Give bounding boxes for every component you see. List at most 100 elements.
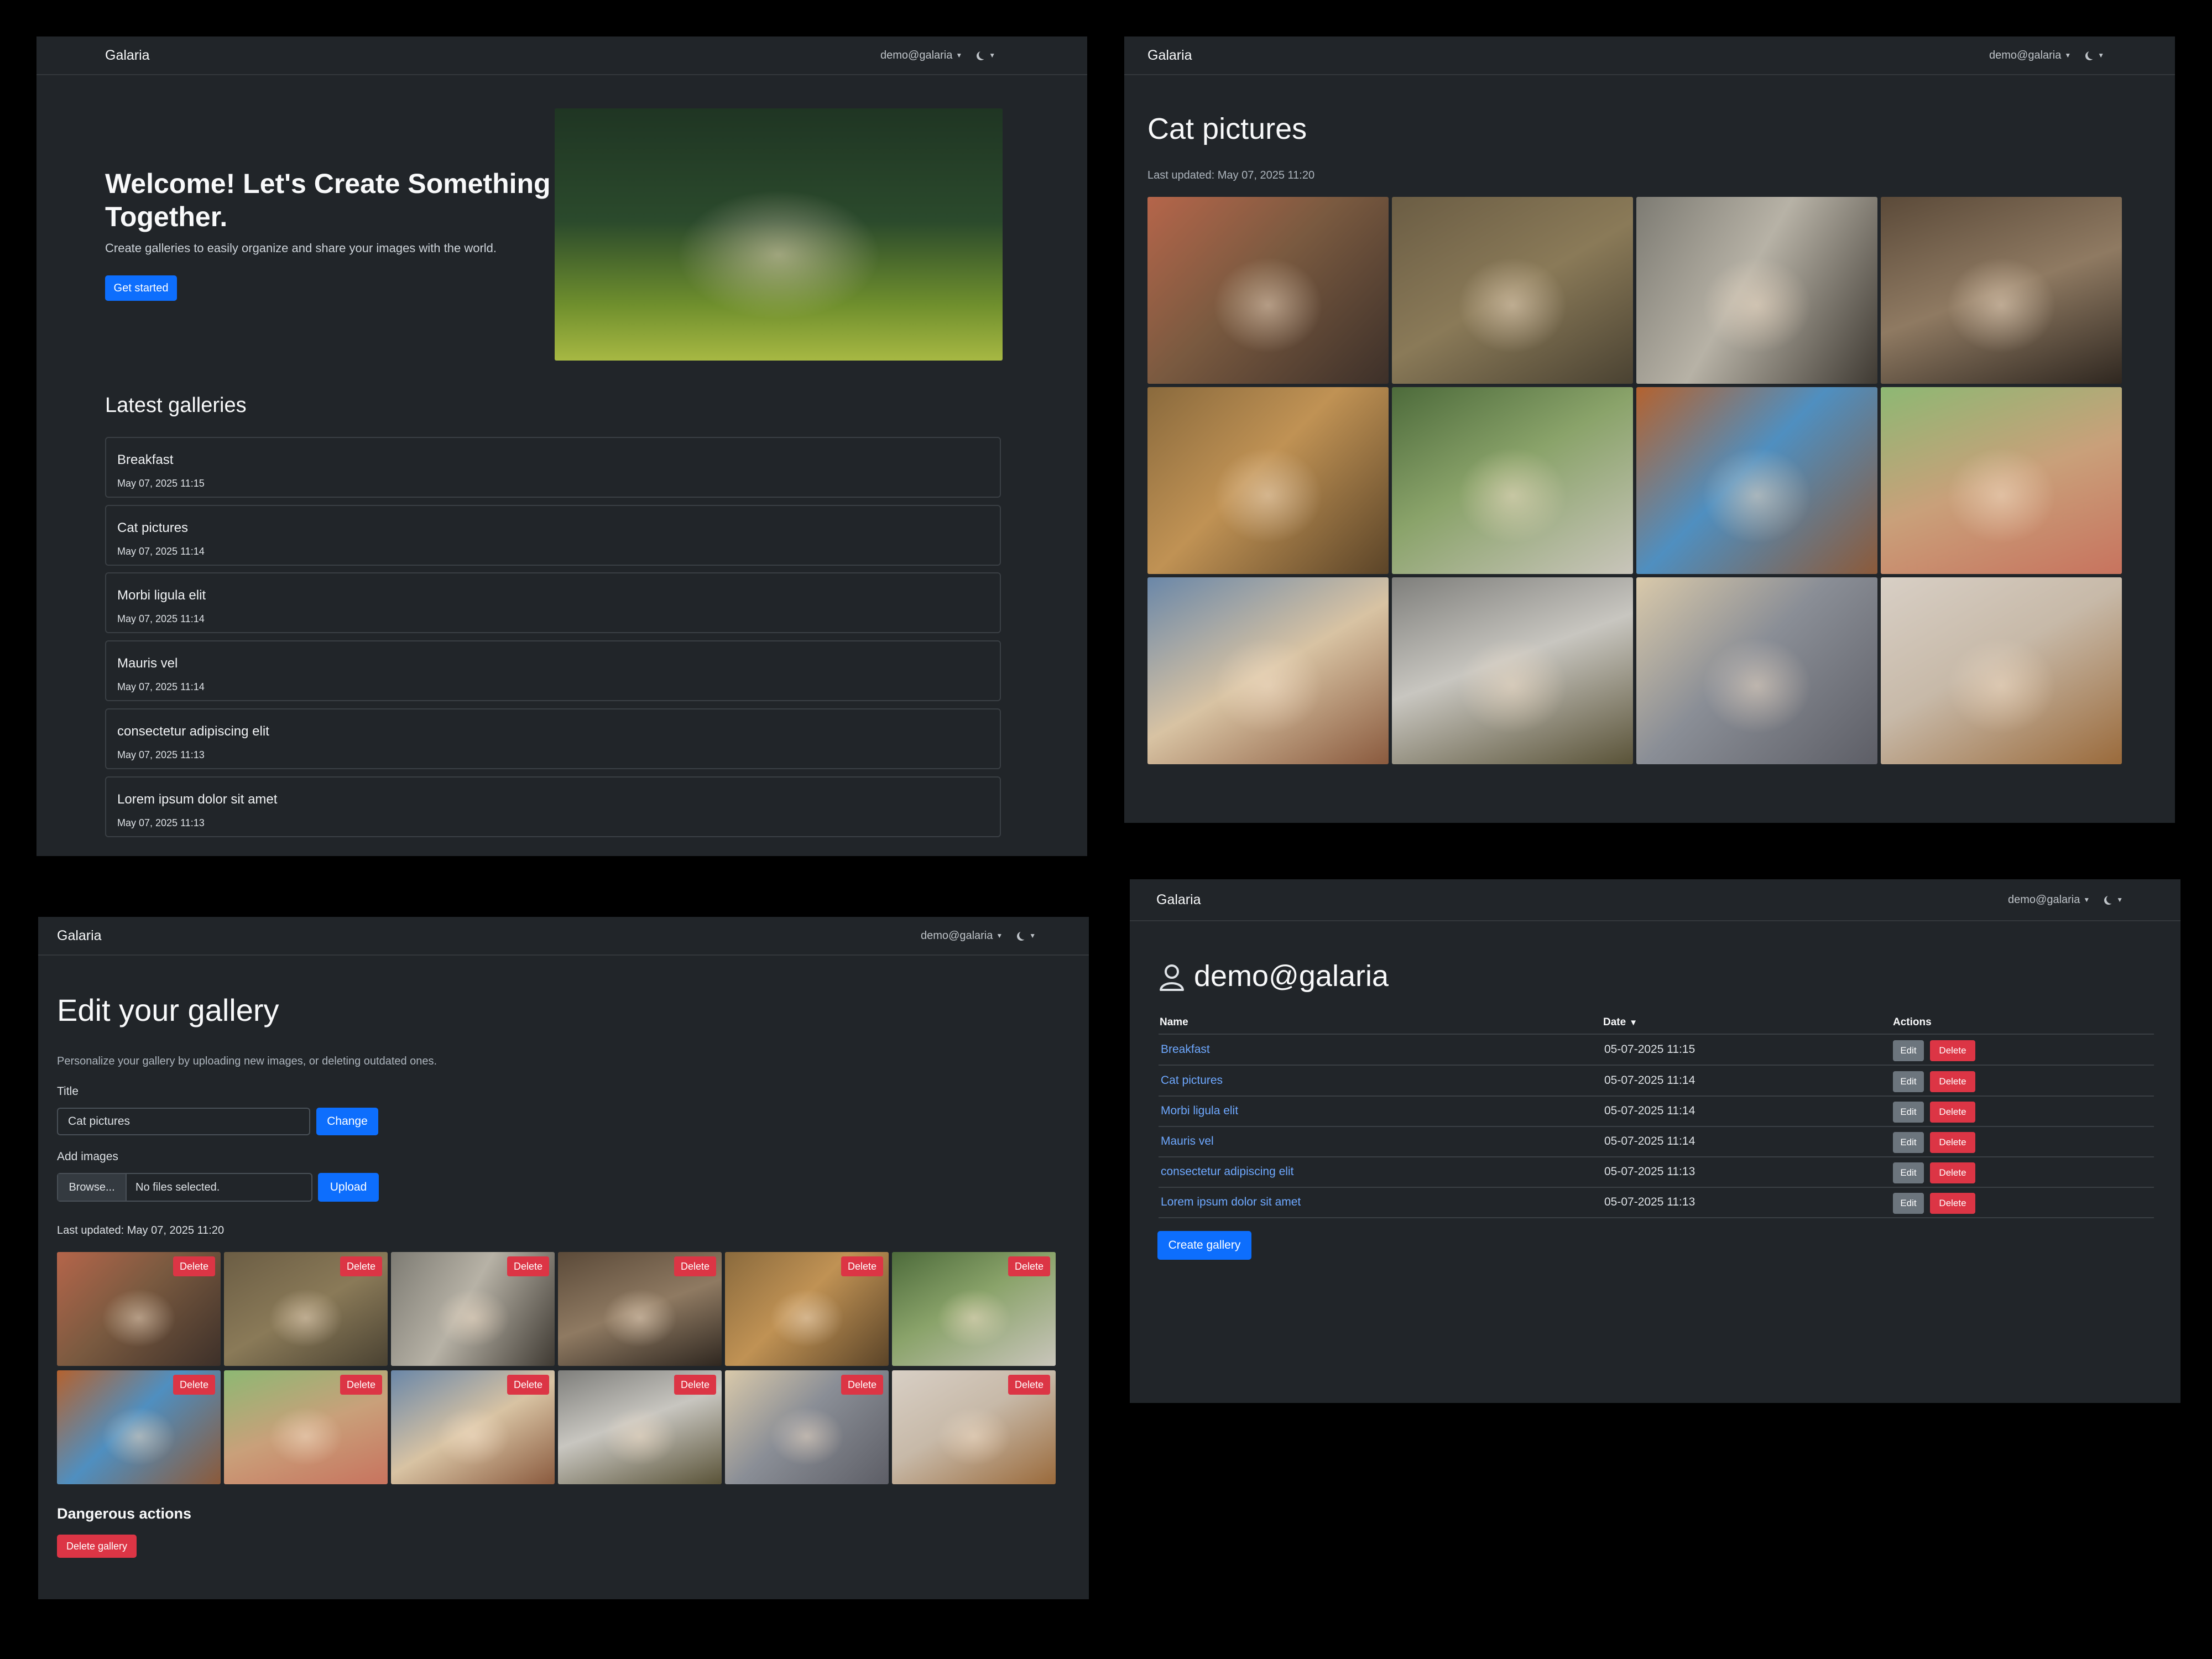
user-menu-label: demo@galaria [880,49,953,61]
chevron-down-icon: ▼ [1029,932,1036,940]
gallery-image[interactable] [1881,577,2122,764]
gallery-name: Morbi ligula elit [117,588,206,603]
delete-gallery-button[interactable]: Delete gallery [57,1535,137,1558]
user-menu[interactable]: demo@galaria ▼ ▼ [1989,36,2104,74]
gallery-list-item[interactable]: Cat pictures May 07, 2025 11:14 [105,505,1001,566]
gallery-date: May 07, 2025 11:14 [117,546,205,557]
person-icon [1160,964,1184,991]
gallery-link[interactable]: Lorem ipsum dolor sit amet [1161,1187,1301,1217]
gallery-link[interactable]: Mauris vel [1161,1126,1214,1156]
user-menu[interactable]: demo@galaria ▼ ▼ [2008,879,2123,920]
delete-image-button[interactable]: Delete [841,1256,883,1276]
gallery-thumbnail: Delete [892,1252,1056,1366]
delete-button[interactable]: Delete [1930,1162,1975,1183]
delete-image-button[interactable]: Delete [340,1256,382,1276]
edit-gallery-page: Galaria demo@galaria ▼ ▼ Edit your gallery… [38,917,1089,1599]
gallery-date: May 07, 2025 11:14 [117,613,205,624]
edit-button[interactable]: Edit [1893,1040,1924,1061]
user-menu[interactable]: demo@galaria ▼ ▼ [880,36,995,74]
gallery-link[interactable]: Cat pictures [1161,1066,1223,1095]
change-button[interactable]: Change [316,1108,378,1135]
user-menu[interactable]: demo@galaria ▼ ▼ [921,917,1036,954]
edit-button[interactable]: Edit [1893,1102,1924,1123]
moon-icon[interactable] [1019,931,1028,940]
gallery-image[interactable] [1636,387,1877,574]
moon-icon[interactable] [979,50,988,59]
brand-link[interactable]: Galaria [57,917,102,954]
gallery-image[interactable] [1147,197,1389,384]
no-files-text: No files selected. [135,1181,220,1193]
gallery-date: 05-07-2025 11:14 [1604,1074,1695,1087]
gallery-image[interactable] [1392,387,1633,574]
gallery-list-item[interactable]: consectetur adipiscing elit May 07, 2025 … [105,708,1001,769]
gallery-list-item[interactable]: Mauris vel May 07, 2025 11:14 [105,640,1001,701]
delete-image-button[interactable]: Delete [674,1256,716,1276]
gallery-image[interactable] [1636,577,1877,764]
profile-title: demo@galaria [1194,959,1389,993]
gallery-date: 05-07-2025 11:14 [1604,1135,1695,1147]
gallery-name: Breakfast [117,452,174,467]
delete-image-button[interactable]: Delete [1008,1256,1050,1276]
create-gallery-button[interactable]: Create gallery [1157,1231,1251,1260]
gallery-thumbnail: Delete [224,1370,388,1484]
brand-link[interactable]: Galaria [1147,36,1192,74]
gallery-link[interactable]: Breakfast [1161,1035,1210,1065]
gallery-thumbnail: Delete [391,1252,555,1366]
title-input[interactable]: Cat pictures [57,1108,310,1135]
upload-button[interactable]: Upload [318,1173,379,1202]
file-input[interactable]: Browse... No files selected. [57,1173,312,1202]
gallery-image[interactable] [1881,387,2122,574]
chevron-down-icon: ▼ [2083,896,2090,904]
gallery-list-item[interactable]: Lorem ipsum dolor sit amet May 07, 2025 1… [105,776,1001,837]
edit-button[interactable]: Edit [1893,1162,1924,1183]
gallery-image[interactable] [1147,387,1389,574]
moon-icon[interactable] [2088,50,2096,59]
navbar: Galaria demo@galaria ▼ ▼ [1130,879,2180,921]
delete-image-button[interactable]: Delete [507,1375,549,1395]
delete-button[interactable]: Delete [1930,1132,1975,1153]
user-menu-label: demo@galaria [1989,49,2062,61]
gallery-list-item[interactable]: Morbi ligula elit May 07, 2025 11:14 [105,572,1001,633]
delete-button[interactable]: Delete [1930,1040,1975,1061]
column-header-name[interactable]: Name [1160,1016,1188,1029]
gallery-image[interactable] [1147,577,1389,764]
browse-button[interactable]: Browse... [58,1174,127,1201]
gallery-name: Mauris vel [117,656,178,671]
gallery-image[interactable] [1881,197,2122,384]
delete-image-button[interactable]: Delete [507,1256,549,1276]
moon-icon[interactable] [2106,895,2115,904]
column-header-date-label: Date [1603,1016,1626,1028]
gallery-image[interactable] [1636,197,1877,384]
brand-link[interactable]: Galaria [1156,879,1201,920]
gallery-image[interactable] [1392,577,1633,764]
gallery-image[interactable] [1392,197,1633,384]
edit-button[interactable]: Edit [1893,1193,1924,1214]
last-updated: Last updated: May 07, 2025 11:20 [57,1224,225,1237]
gallery-name: consectetur adipiscing elit [117,724,269,739]
gallery-link[interactable]: consectetur adipiscing elit [1161,1157,1293,1187]
user-menu-label: demo@galaria [921,930,993,942]
delete-button[interactable]: Delete [1930,1102,1975,1123]
edit-button[interactable]: Edit [1893,1071,1924,1092]
gallery-name: Cat pictures [117,520,189,535]
brand-link[interactable]: Galaria [105,36,150,74]
navbar: Galaria demo@galaria ▼ ▼ [1124,36,2175,75]
column-header-date[interactable]: Date ▼ [1603,1016,1637,1029]
delete-image-button[interactable]: Delete [841,1375,883,1395]
gallery-list-item[interactable]: Breakfast May 07, 2025 11:15 [105,437,1001,498]
gallery-thumbnail: Delete [391,1370,555,1484]
edit-button[interactable]: Edit [1893,1132,1924,1153]
delete-button[interactable]: Delete [1930,1193,1975,1214]
delete-button[interactable]: Delete [1930,1071,1975,1092]
gallery-link[interactable]: Morbi ligula elit [1161,1096,1238,1126]
table-row: Cat pictures 05-07-2025 11:14 Edit Delete [1159,1066,2154,1097]
delete-image-button[interactable]: Delete [340,1375,382,1395]
delete-image-button[interactable]: Delete [1008,1375,1050,1395]
edit-description: Personalize your gallery by uploading ne… [57,1055,437,1067]
gallery-thumbnail: Delete [57,1252,221,1366]
table-row: consectetur adipiscing elit 05-07-2025 11… [1159,1157,2154,1188]
delete-image-button[interactable]: Delete [173,1256,215,1276]
get-started-button[interactable]: Get started [105,275,177,301]
delete-image-button[interactable]: Delete [674,1375,716,1395]
delete-image-button[interactable]: Delete [173,1375,215,1395]
